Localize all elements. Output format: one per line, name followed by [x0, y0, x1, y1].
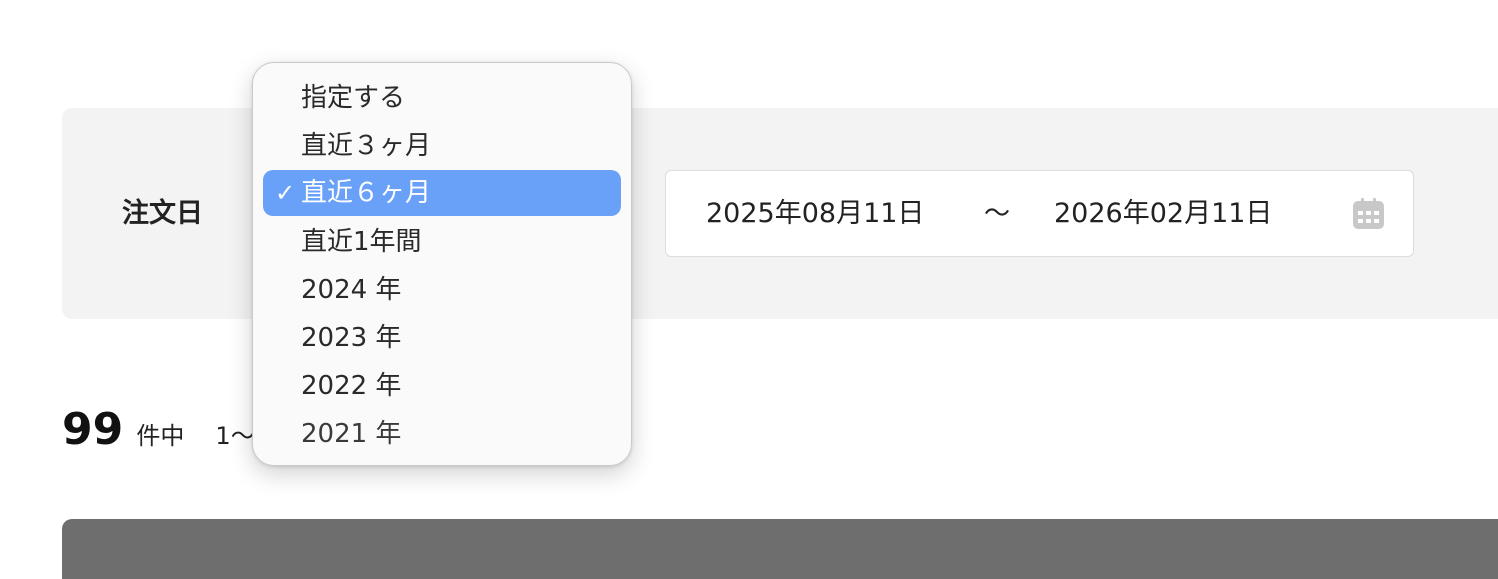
date-range-separator: 〜: [984, 199, 1011, 229]
menu-item-label: 2023 年: [301, 323, 402, 353]
result-range-text: 1〜: [215, 422, 255, 450]
table-header-bar: [62, 519, 1498, 579]
menu-item-label: 2022 年: [301, 371, 402, 401]
menu-item-label: 直近６ヶ月: [301, 178, 432, 208]
date-range-field[interactable]: 2025年08月11日 〜 2026年02月11日: [665, 170, 1414, 257]
result-count: 99 件中 1〜: [62, 404, 255, 465]
order-date-label: 注文日: [122, 198, 203, 229]
menu-item-2023[interactable]: 2023 年: [263, 315, 621, 361]
menu-item-custom[interactable]: 指定する: [263, 75, 621, 121]
order-date-dropdown-menu: 指定する 直近３ヶ月 ✓ 直近６ヶ月 直近1年間 2024 年 2023 年 2…: [252, 62, 632, 466]
menu-item-last-6-months[interactable]: ✓ 直近６ヶ月: [263, 170, 621, 216]
menu-item-label: 2021 年: [301, 419, 402, 449]
result-count-suffix: 件中: [136, 422, 185, 450]
menu-item-label: 指定する: [301, 83, 406, 113]
checkmark-icon: ✓: [275, 179, 296, 207]
menu-item-last-1-year[interactable]: 直近1年間: [263, 219, 621, 265]
date-end-value[interactable]: 2026年02月11日: [1054, 197, 1272, 231]
menu-item-2024[interactable]: 2024 年: [263, 267, 621, 313]
menu-item-label: 直近３ヶ月: [301, 131, 432, 161]
menu-item-2022[interactable]: 2022 年: [263, 363, 621, 409]
date-start-value[interactable]: 2025年08月11日: [706, 197, 924, 231]
result-count-number: 99: [62, 404, 124, 455]
menu-item-label: 2024 年: [301, 275, 402, 305]
menu-item-last-3-months[interactable]: 直近３ヶ月: [263, 123, 621, 169]
calendar-icon[interactable]: [1352, 197, 1385, 230]
menu-item-label: 直近1年間: [301, 227, 422, 257]
menu-item-2021[interactable]: 2021 年: [263, 411, 621, 457]
